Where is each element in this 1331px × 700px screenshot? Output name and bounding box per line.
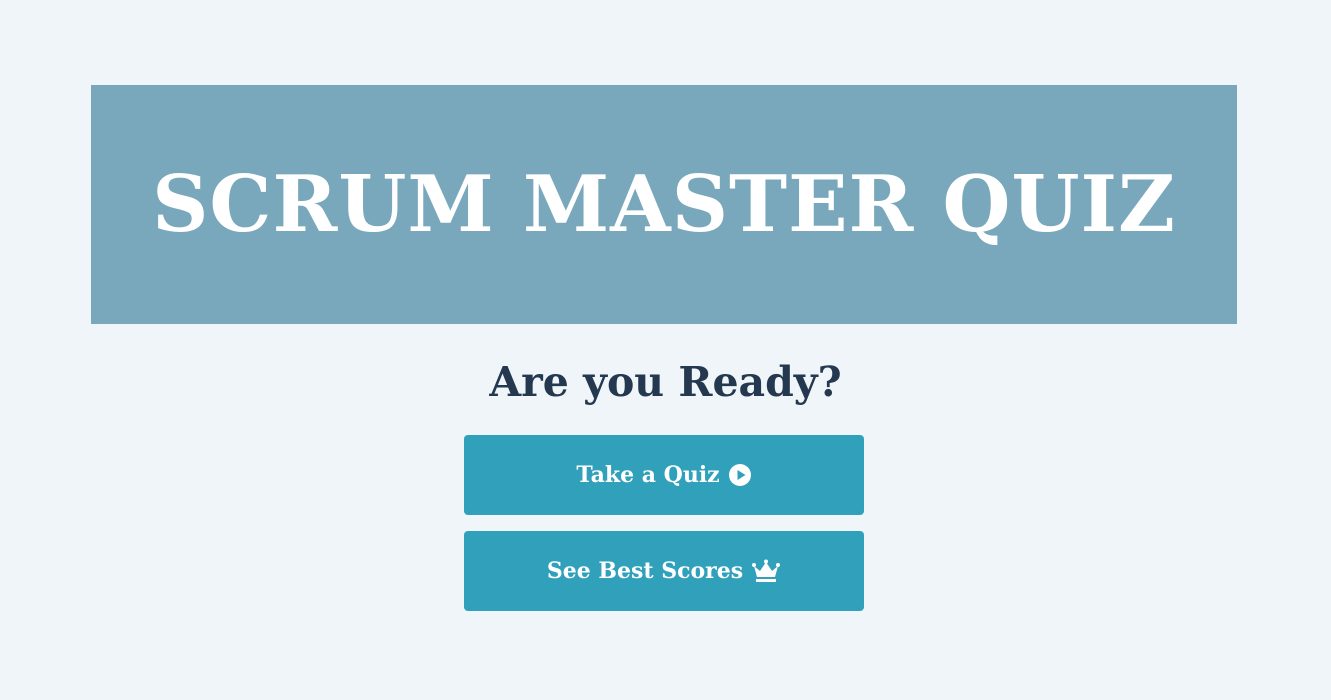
page-title: SCRUM MASTER QUIZ (152, 158, 1176, 250)
take-quiz-button[interactable]: Take a Quiz (464, 435, 864, 515)
ready-subtitle: Are you Ready? (489, 358, 842, 406)
title-banner: SCRUM MASTER QUIZ (91, 85, 1237, 324)
best-scores-label: See Best Scores (546, 558, 744, 584)
crown-icon (751, 559, 781, 583)
play-circle-icon (728, 463, 752, 487)
take-quiz-label: Take a Quiz (576, 462, 720, 488)
best-scores-button[interactable]: See Best Scores (464, 531, 864, 611)
